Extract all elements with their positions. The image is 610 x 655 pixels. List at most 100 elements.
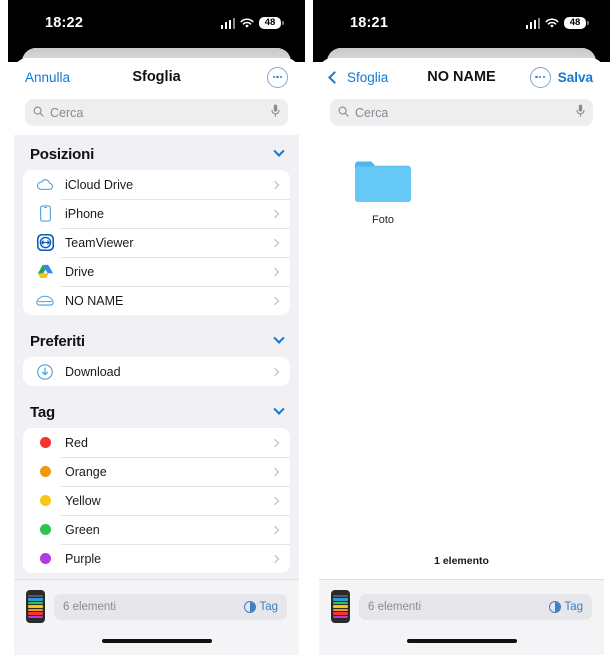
section-card-tag: Red Orange Yellow Green Purple xyxy=(23,428,290,573)
list-item-label: TeamViewer xyxy=(65,235,134,250)
selection-info-bar: 6 elementi Tag xyxy=(359,593,592,620)
browse-sheet: Annulla Sfoglia Cerca Posizioni iCloud D… xyxy=(14,58,299,655)
chevron-down-icon[interactable] xyxy=(273,145,285,163)
tag-button-label: Tag xyxy=(259,600,278,613)
chevron-right-icon xyxy=(270,438,280,447)
sidebar-list: Posizioni iCloud Drive iPhone TeamViewer… xyxy=(14,135,299,579)
selection-info-bar: 6 elementi Tag xyxy=(54,593,287,620)
tag-circle-icon xyxy=(244,600,257,613)
cellular-signal-icon xyxy=(525,17,540,29)
search-icon xyxy=(33,104,44,122)
list-item[interactable]: Red xyxy=(23,428,290,457)
section-header-preferiti[interactable]: Preferiti xyxy=(14,315,299,357)
search-container-left: Cerca xyxy=(14,96,299,135)
icloud-drive-icon xyxy=(33,178,57,191)
chevron-right-icon xyxy=(270,238,280,247)
status-clock: 18:22 xyxy=(45,15,84,31)
phone-screenshot-thumbnail[interactable] xyxy=(331,590,350,623)
list-item-label: Download xyxy=(65,364,121,379)
nav-bar-left: Annulla Sfoglia xyxy=(14,58,299,96)
home-indicator[interactable] xyxy=(101,639,212,643)
search-input[interactable]: Cerca xyxy=(330,99,593,126)
search-icon xyxy=(338,104,349,122)
save-button[interactable]: Salva xyxy=(558,70,593,85)
list-item[interactable]: Orange xyxy=(23,457,290,486)
file-grid: Foto 1 elemento xyxy=(319,135,604,579)
list-item[interactable]: Green xyxy=(23,515,290,544)
microphone-icon[interactable] xyxy=(576,104,585,122)
wifi-icon xyxy=(240,18,254,29)
battery-icon: 48 xyxy=(259,17,284,29)
home-indicator[interactable] xyxy=(406,639,517,643)
list-item[interactable]: TeamViewer xyxy=(23,228,290,257)
phone-right-no-name: 18:21 48 Sfoglia NO NAME Salva Cerca Fot… xyxy=(313,0,610,655)
status-indicators: 48 xyxy=(525,17,589,29)
list-item[interactable]: Yellow xyxy=(23,486,290,515)
bottom-bar-left: 6 elementi Tag xyxy=(14,579,299,633)
section-title: Preferiti xyxy=(30,332,85,350)
tag-dot-icon xyxy=(33,437,57,448)
tag-dot-icon xyxy=(33,495,57,506)
chevron-right-icon xyxy=(270,496,280,505)
google-drive-icon xyxy=(33,264,57,279)
item-count-label: 6 elementi xyxy=(368,600,422,613)
search-placeholder: Cerca xyxy=(355,105,389,120)
list-item[interactable]: iCloud Drive xyxy=(23,170,290,199)
list-item-label: Yellow xyxy=(65,493,101,508)
home-indicator-area-left xyxy=(14,633,299,655)
search-input[interactable]: Cerca xyxy=(25,99,288,126)
list-item[interactable]: iPhone xyxy=(23,199,290,228)
cellular-signal-icon xyxy=(220,17,235,29)
chevron-right-icon xyxy=(270,209,280,218)
list-item-label: Purple xyxy=(65,551,102,566)
iphone-icon xyxy=(33,205,57,222)
chevron-down-icon[interactable] xyxy=(273,332,285,350)
chevron-right-icon xyxy=(270,267,280,276)
list-item[interactable]: Drive xyxy=(23,257,290,286)
tag-dot-icon xyxy=(33,553,57,564)
no-name-sheet: Sfoglia NO NAME Salva Cerca Foto 1 eleme… xyxy=(319,58,604,655)
nav-bar-right: Sfoglia NO NAME Salva xyxy=(319,58,604,96)
search-placeholder: Cerca xyxy=(50,105,84,120)
list-item-label: iPhone xyxy=(65,206,104,221)
chevron-down-icon[interactable] xyxy=(273,403,285,421)
section-header-tag[interactable]: Tag xyxy=(14,386,299,428)
cancel-button-label: Annulla xyxy=(25,69,71,85)
home-indicator-area-right xyxy=(319,633,604,655)
section-title: Tag xyxy=(30,403,55,421)
item-count-text: 1 elemento xyxy=(434,555,489,567)
back-button[interactable]: Sfoglia xyxy=(328,70,388,85)
file-item-label: Foto xyxy=(371,214,394,226)
list-item-label: iCloud Drive xyxy=(65,177,134,192)
list-item[interactable]: NO NAME xyxy=(23,286,290,315)
tag-button[interactable]: Tag xyxy=(549,600,583,613)
ellipsis-circle-icon[interactable] xyxy=(267,66,288,88)
section-card-posizioni: iCloud Drive iPhone TeamViewer Drive NO … xyxy=(23,170,290,315)
cancel-button[interactable]: Annulla xyxy=(25,70,70,85)
chevron-right-icon xyxy=(270,296,280,305)
tag-button[interactable]: Tag xyxy=(244,600,278,613)
teamviewer-icon xyxy=(33,234,57,251)
list-item-label: NO NAME xyxy=(65,293,124,308)
nav-right-group-right: Salva xyxy=(529,66,593,88)
list-item[interactable]: Purple xyxy=(23,544,290,573)
download-circle-icon xyxy=(33,363,57,380)
search-container-right: Cerca xyxy=(319,96,604,135)
chevron-right-icon xyxy=(270,180,280,189)
tag-button-label: Tag xyxy=(564,600,583,613)
phone-left-browse: 18:22 48 Annulla Sfoglia Cerca Posizioni… xyxy=(8,0,305,655)
wifi-icon xyxy=(545,18,559,29)
folder-icon xyxy=(353,161,413,209)
file-item-folder[interactable]: Foto xyxy=(345,157,421,226)
section-header-posizioni[interactable]: Posizioni xyxy=(14,135,299,170)
battery-icon: 48 xyxy=(564,17,589,29)
tag-circle-icon xyxy=(549,600,562,613)
chevron-left-icon xyxy=(328,70,341,84)
microphone-icon[interactable] xyxy=(271,104,280,122)
chevron-right-icon xyxy=(270,554,280,563)
tag-dot-icon xyxy=(33,524,57,535)
list-item-label: Red xyxy=(65,435,88,450)
ellipsis-circle-icon[interactable] xyxy=(529,66,551,88)
list-item[interactable]: Download xyxy=(23,357,290,386)
phone-screenshot-thumbnail[interactable] xyxy=(26,590,45,623)
